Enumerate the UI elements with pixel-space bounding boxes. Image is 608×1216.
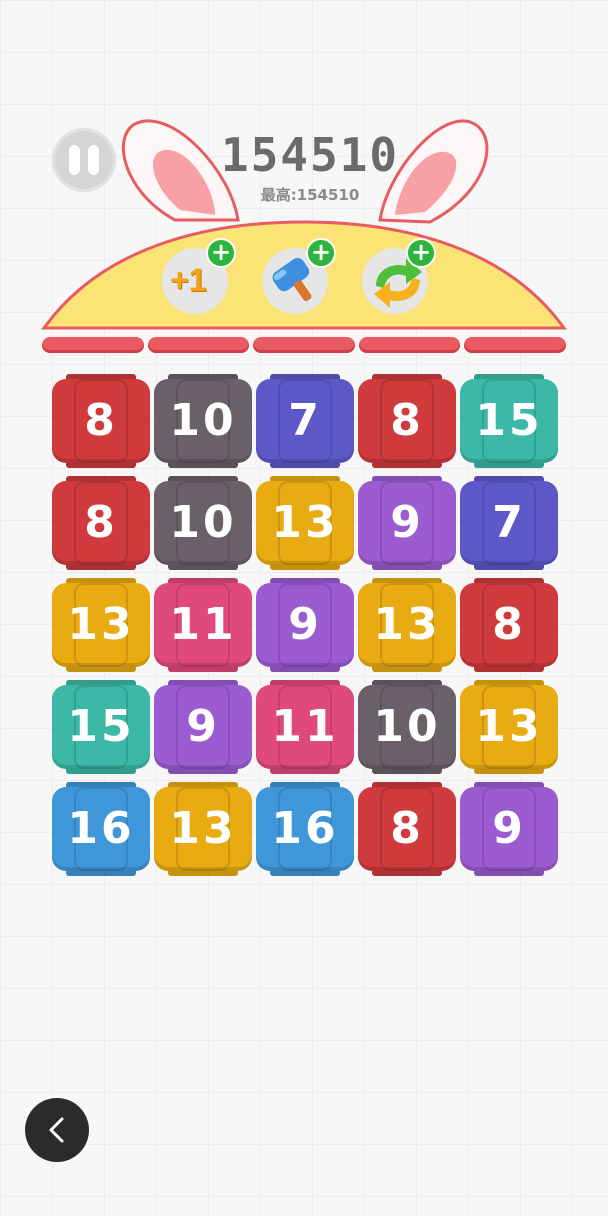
number-tile[interactable]: 9 xyxy=(154,678,252,776)
number-tile[interactable]: 16 xyxy=(52,780,150,878)
number-tile[interactable]: 10 xyxy=(154,372,252,470)
number-tile[interactable]: 7 xyxy=(256,372,354,470)
tile-number: 8 xyxy=(84,395,118,446)
best-score: 最高:154510 xyxy=(260,186,360,204)
number-tile[interactable]: 8 xyxy=(52,372,150,470)
tile-number: 8 xyxy=(390,803,424,854)
progress-segment xyxy=(464,337,566,353)
plus-one-icon: +1 xyxy=(170,262,207,298)
pause-icon xyxy=(69,145,80,175)
number-tile[interactable]: 9 xyxy=(460,780,558,878)
tile-number: 7 xyxy=(288,395,322,446)
tile-number: 13 xyxy=(271,497,339,548)
powerup-hammer-button[interactable]: + xyxy=(262,238,336,318)
tile-number: 10 xyxy=(373,701,441,752)
game-screen: 154510 最高:154510 +1 + + + 8 10 7 8 15 8 10 13 9 7… xyxy=(0,0,608,1216)
powerup-plus-one-button[interactable]: +1 + xyxy=(162,238,236,318)
tile-number: 11 xyxy=(169,599,237,650)
progress-segment xyxy=(147,337,250,353)
back-button[interactable] xyxy=(25,1098,89,1162)
progress-segment xyxy=(253,337,355,353)
progress-segment xyxy=(358,337,461,353)
number-tile[interactable]: 9 xyxy=(358,474,456,572)
number-tile[interactable]: 11 xyxy=(256,678,354,776)
number-tile[interactable]: 13 xyxy=(460,678,558,776)
tile-number: 13 xyxy=(373,599,441,650)
tile-number: 7 xyxy=(492,497,526,548)
number-tile[interactable]: 13 xyxy=(52,576,150,674)
powerup-shuffle-button[interactable]: + xyxy=(362,238,436,318)
chevron-left-icon xyxy=(49,1117,64,1143)
tile-number: 13 xyxy=(475,701,543,752)
number-tile[interactable]: 7 xyxy=(460,474,558,572)
tile-number: 13 xyxy=(169,803,237,854)
tile-number: 10 xyxy=(169,497,237,548)
number-tile[interactable]: 8 xyxy=(358,780,456,878)
add-plus-one-badge[interactable]: + xyxy=(206,238,236,268)
progress-segment xyxy=(42,337,144,353)
number-tile[interactable]: 13 xyxy=(358,576,456,674)
tile-number: 9 xyxy=(390,497,424,548)
add-shuffle-badge[interactable]: + xyxy=(406,238,436,268)
number-tile[interactable]: 13 xyxy=(256,474,354,572)
number-tile[interactable]: 8 xyxy=(52,474,150,572)
tile-number: 8 xyxy=(390,395,424,446)
number-tile[interactable]: 9 xyxy=(256,576,354,674)
tile-number: 16 xyxy=(67,803,135,854)
tile-number: 9 xyxy=(288,599,322,650)
tile-number: 10 xyxy=(169,395,237,446)
current-score: 154510 xyxy=(220,128,400,182)
number-tile[interactable]: 11 xyxy=(154,576,252,674)
add-hammer-badge[interactable]: + xyxy=(306,238,336,268)
tile-number: 13 xyxy=(67,599,135,650)
number-tile[interactable]: 10 xyxy=(358,678,456,776)
tile-number: 8 xyxy=(84,497,118,548)
number-tile[interactable]: 15 xyxy=(460,372,558,470)
tile-number: 15 xyxy=(67,701,135,752)
tile-number: 9 xyxy=(492,803,526,854)
tile-number: 8 xyxy=(492,599,526,650)
level-progress-bar xyxy=(42,337,566,353)
tile-number: 15 xyxy=(475,395,543,446)
number-tile[interactable]: 13 xyxy=(154,780,252,878)
number-tile[interactable]: 15 xyxy=(52,678,150,776)
number-tile[interactable]: 8 xyxy=(358,372,456,470)
tile-number: 11 xyxy=(271,701,339,752)
number-tile[interactable]: 8 xyxy=(460,576,558,674)
tile-number: 9 xyxy=(186,701,220,752)
number-tile[interactable]: 16 xyxy=(256,780,354,878)
number-tile[interactable]: 10 xyxy=(154,474,252,572)
status-bar xyxy=(0,0,608,40)
game-board: 8 10 7 8 15 8 10 13 9 7 13 11 9 13 8 15 9 11 10 13 16 13 16 8 9 xyxy=(52,372,558,880)
pause-button[interactable] xyxy=(52,128,116,192)
tile-number: 16 xyxy=(271,803,339,854)
